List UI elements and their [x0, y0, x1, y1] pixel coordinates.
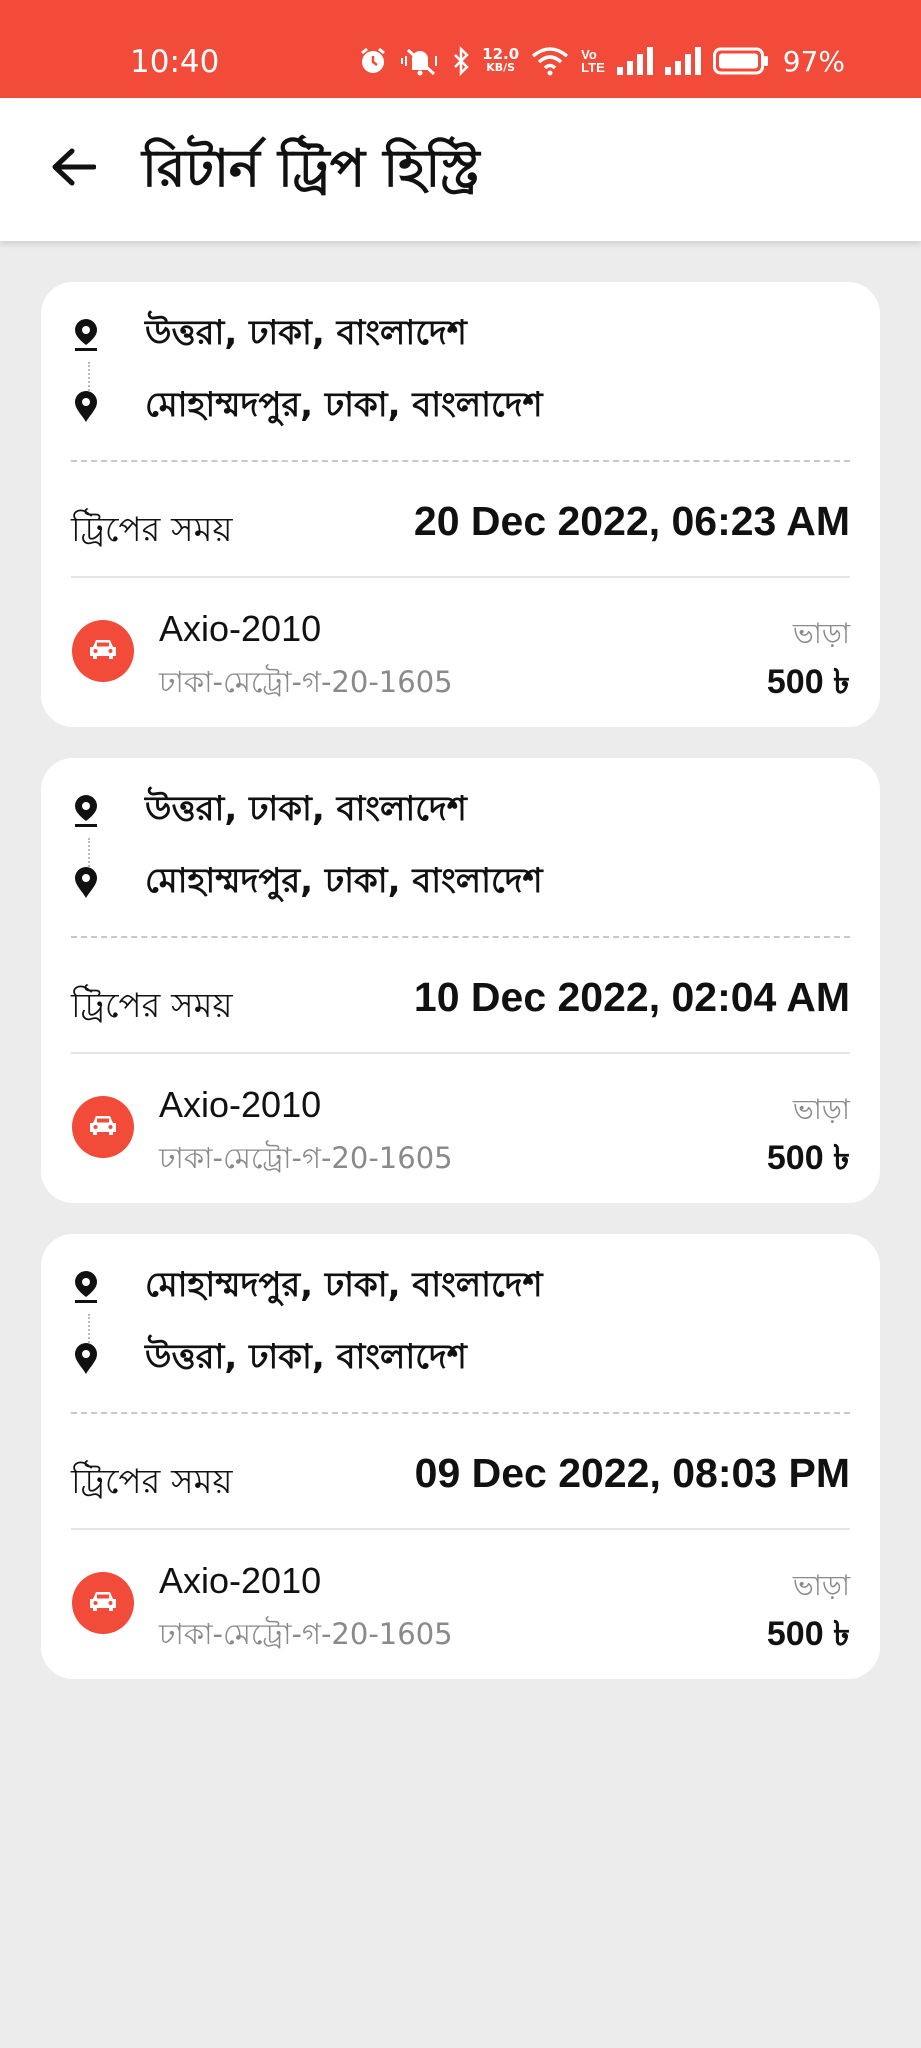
dropoff-location: মোহাম্মদপুর, ঢাকা, বাংলাদেশ — [145, 384, 543, 425]
pickup-row: মোহাম্মদপুর, ঢাকা, বাংলাদেশ — [71, 1262, 543, 1312]
car-badge — [72, 1096, 134, 1158]
pickup-pin-icon — [71, 318, 101, 352]
page-title: রিটার্ন ট্রিপ হিস্ট্রি — [142, 139, 480, 199]
mute-icon — [400, 46, 440, 76]
dropoff-pin-icon — [71, 866, 101, 900]
vehicle-plate: ঢাকা-মেট্রো-গ-20-1605 — [159, 665, 453, 699]
divider — [71, 1528, 850, 1530]
dashed-divider — [71, 460, 850, 462]
status-time: 10:40 — [130, 44, 220, 80]
status-icons: 12.0 KB/S Vo LTE 97% — [358, 44, 845, 78]
trip-time-value: 10 Dec 2022, 02:04 AM — [413, 974, 850, 1020]
dropoff-row: মোহাম্মদপুর, ঢাকা, বাংলাদেশ — [71, 858, 543, 908]
car-icon — [88, 1113, 118, 1142]
net-speed-value: 12.0 — [482, 45, 520, 63]
car-icon — [88, 1589, 118, 1618]
car-icon — [88, 637, 118, 666]
car-badge — [72, 1572, 134, 1634]
trip-time-label: ট্রিপের সময় — [71, 1462, 233, 1502]
divider — [71, 576, 850, 578]
dropoff-row: মোহাম্মদপুর, ঢাকা, বাংলাদেশ — [71, 382, 543, 432]
trip-time-label: ট্রিপের সময় — [71, 986, 233, 1026]
pickup-location: উত্তরা, ঢাকা, বাংলাদেশ — [145, 312, 467, 353]
app-bar: রিটার্ন ট্রিপ হিস্ট্রি — [0, 98, 921, 241]
vehicle-model: Axio-2010 — [159, 1560, 322, 1601]
trip-time-label: ট্রিপের সময় — [71, 510, 233, 550]
battery-percent: 97% — [782, 44, 845, 78]
trip-list: উত্তরা, ঢাকা, বাংলাদেশ মোহাম্মদপুর, ঢাকা… — [41, 282, 880, 1710]
status-bar: 10:40 12.0 KB/S Vo LTE 97% — [0, 0, 921, 98]
vehicle-plate: ঢাকা-মেট্রো-গ-20-1605 — [159, 1141, 453, 1175]
pickup-row: উত্তরা, ঢাকা, বাংলাদেশ — [71, 310, 467, 360]
dropoff-row: উত্তরা, ঢাকা, বাংলাদেশ — [71, 1334, 467, 1384]
pickup-row: উত্তরা, ঢাকা, বাংলাদেশ — [71, 786, 467, 836]
trip-card[interactable]: মোহাম্মদপুর, ঢাকা, বাংলাদেশ উত্তরা, ঢাকা… — [41, 1234, 880, 1679]
dropoff-location: উত্তরা, ঢাকা, বাংলাদেশ — [145, 1336, 467, 1377]
dashed-divider — [71, 1412, 850, 1414]
trip-card[interactable]: উত্তরা, ঢাকা, বাংলাদেশ মোহাম্মদপুর, ঢাকা… — [41, 282, 880, 727]
dashed-divider — [71, 936, 850, 938]
pickup-pin-icon — [71, 1270, 101, 1304]
alarm-icon — [358, 46, 388, 76]
dropoff-location: মোহাম্মদপুর, ঢাকা, বাংলাদেশ — [145, 860, 543, 901]
back-button[interactable] — [38, 134, 108, 204]
signal-icon — [664, 47, 701, 75]
car-badge — [72, 620, 134, 682]
signal-icon — [616, 47, 653, 75]
fare-value: 500 ৳ — [766, 1615, 850, 1653]
battery-icon — [712, 47, 769, 75]
trip-card[interactable]: উত্তরা, ঢাকা, বাংলাদেশ মোহাম্মদপুর, ঢাকা… — [41, 758, 880, 1203]
vehicle-model: Axio-2010 — [159, 608, 322, 649]
wifi-icon — [531, 46, 569, 76]
volte-bottom: LTE — [581, 60, 605, 75]
dropoff-pin-icon — [71, 390, 101, 424]
trip-time-value: 20 Dec 2022, 06:23 AM — [413, 498, 850, 544]
net-speed-unit: KB/S — [486, 61, 516, 74]
vehicle-model: Axio-2010 — [159, 1084, 322, 1125]
net-speed: 12.0 KB/S — [482, 47, 519, 75]
fare-label: ভাড়া — [792, 617, 850, 650]
dropoff-pin-icon — [71, 1342, 101, 1376]
pickup-location: মোহাম্মদপুর, ঢাকা, বাংলাদেশ — [145, 1264, 543, 1305]
fare-value: 500 ৳ — [766, 1139, 850, 1177]
volte-indicator: Vo LTE — [581, 48, 605, 74]
arrow-left-icon — [50, 147, 97, 192]
fare-value: 500 ৳ — [766, 663, 850, 701]
fare-label: ভাড়া — [792, 1093, 850, 1126]
trip-time-value: 09 Dec 2022, 08:03 PM — [414, 1450, 850, 1496]
divider — [71, 1052, 850, 1054]
bluetooth-icon — [452, 46, 470, 76]
vehicle-plate: ঢাকা-মেট্রো-গ-20-1605 — [159, 1617, 453, 1651]
fare-label: ভাড়া — [792, 1569, 850, 1602]
pickup-location: উত্তরা, ঢাকা, বাংলাদেশ — [145, 788, 467, 829]
pickup-pin-icon — [71, 794, 101, 828]
